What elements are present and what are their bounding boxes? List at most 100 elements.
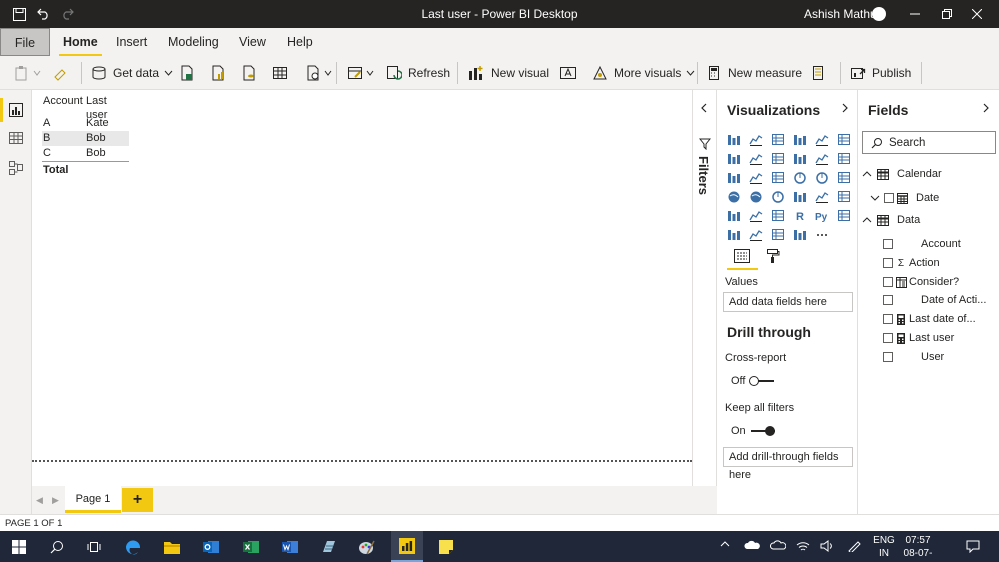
drill-through-drop-zone[interactable]: Add drill-through fields here bbox=[723, 447, 853, 481]
clustered-column-chart-icon[interactable] bbox=[789, 130, 811, 149]
field-account[interactable]: Account bbox=[858, 235, 999, 253]
field-consider[interactable]: Consider? bbox=[858, 273, 999, 291]
minimize-icon[interactable] bbox=[906, 5, 924, 23]
get-data-button[interactable]: Get data bbox=[91, 62, 173, 84]
data-view-icon[interactable] bbox=[8, 130, 24, 146]
field-checkbox[interactable] bbox=[883, 333, 893, 343]
keep-filters-toggle[interactable]: On bbox=[731, 425, 775, 437]
add-page-button[interactable]: + bbox=[122, 488, 153, 512]
sql-server-icon[interactable] bbox=[241, 62, 257, 84]
field-last-date[interactable]: Last date of... bbox=[858, 310, 999, 328]
python-icon[interactable]: Py bbox=[811, 206, 833, 225]
filled-map-icon[interactable] bbox=[745, 187, 767, 206]
paginated-report-icon[interactable] bbox=[789, 225, 811, 244]
next-page-icon[interactable]: ▶ bbox=[52, 495, 59, 506]
stacked-area-chart-icon[interactable] bbox=[767, 149, 789, 168]
column-header-last-user[interactable]: Last user bbox=[86, 94, 129, 121]
column-header-account[interactable]: Account bbox=[42, 94, 86, 116]
user-name[interactable]: Ashish Mathur bbox=[804, 7, 881, 21]
table-visual-icon[interactable] bbox=[745, 206, 767, 225]
windows-start-icon[interactable] bbox=[10, 538, 28, 556]
publish-button[interactable]: Publish bbox=[850, 62, 911, 84]
power-bi-datasets-icon[interactable] bbox=[210, 62, 226, 84]
values-drop-zone[interactable]: Add data fields here bbox=[723, 292, 853, 312]
line-chart-icon[interactable] bbox=[723, 149, 745, 168]
excel-icon[interactable] bbox=[179, 62, 195, 84]
field-checkbox[interactable] bbox=[883, 277, 893, 287]
avatar[interactable] bbox=[872, 7, 886, 21]
field-last-user[interactable]: Last user bbox=[858, 329, 999, 347]
cloud-icon[interactable] bbox=[769, 540, 787, 553]
search-input[interactable]: Search bbox=[862, 131, 996, 154]
line-clustered-column-icon[interactable] bbox=[811, 149, 833, 168]
pie-chart-icon[interactable] bbox=[789, 168, 811, 187]
file-explorer-icon[interactable] bbox=[163, 538, 181, 556]
restore-icon[interactable] bbox=[938, 5, 956, 23]
filters-pane[interactable]: Filters bbox=[692, 90, 717, 486]
100-bar-chart-icon[interactable] bbox=[811, 130, 833, 149]
clustered-bar-chart-icon[interactable] bbox=[767, 130, 789, 149]
pen-icon[interactable] bbox=[847, 540, 861, 555]
paint-app-icon[interactable] bbox=[358, 538, 376, 556]
report-canvas[interactable]: Account Last user A Kate B Bob C Bob Tot… bbox=[32, 90, 692, 486]
tab-modeling[interactable]: Modeling bbox=[164, 28, 223, 56]
paint-roller-icon[interactable] bbox=[765, 248, 781, 267]
waterfall-chart-icon[interactable] bbox=[723, 168, 745, 187]
outlook-icon[interactable] bbox=[202, 538, 220, 556]
refresh-button[interactable]: Refresh bbox=[386, 62, 450, 84]
cross-report-toggle[interactable]: Off bbox=[731, 375, 775, 387]
new-measure-button[interactable]: New measure bbox=[706, 62, 802, 84]
text-box-icon[interactable] bbox=[559, 62, 577, 84]
search-icon[interactable] bbox=[48, 538, 66, 556]
chevron-up-icon[interactable] bbox=[862, 170, 872, 178]
tab-view[interactable]: View bbox=[235, 28, 270, 56]
field-hierarchy-date[interactable]: Date bbox=[858, 189, 999, 207]
excel-app-icon[interactable] bbox=[242, 538, 260, 556]
chevron-right-icon[interactable] bbox=[841, 102, 849, 116]
r-script-icon[interactable]: R bbox=[789, 206, 811, 225]
edge-browser-icon[interactable] bbox=[124, 538, 142, 556]
volume-icon[interactable] bbox=[820, 540, 834, 555]
transform-data-icon[interactable] bbox=[347, 62, 374, 84]
report-view-icon[interactable] bbox=[8, 102, 24, 118]
tab-help[interactable]: Help bbox=[283, 28, 317, 56]
page-tab[interactable]: Page 1 bbox=[65, 486, 121, 513]
quick-measure-icon[interactable] bbox=[810, 62, 826, 84]
tab-insert[interactable]: Insert bbox=[112, 28, 151, 56]
paste-button[interactable] bbox=[14, 62, 41, 84]
matrix-icon[interactable] bbox=[767, 206, 789, 225]
sticky-notes-icon[interactable] bbox=[437, 538, 455, 556]
enter-data-icon[interactable] bbox=[272, 62, 288, 84]
chevron-right-icon[interactable] bbox=[982, 102, 990, 116]
field-checkbox[interactable] bbox=[883, 295, 893, 305]
close-icon[interactable] bbox=[968, 5, 986, 23]
wifi-icon[interactable] bbox=[796, 540, 810, 555]
prev-page-icon[interactable]: ◀ bbox=[36, 495, 43, 506]
task-view-icon[interactable] bbox=[85, 538, 103, 556]
chevron-up-icon[interactable] bbox=[720, 540, 730, 551]
field-checkbox[interactable] bbox=[883, 314, 893, 324]
tab-home[interactable]: Home bbox=[59, 28, 102, 56]
clock[interactable]: 07:57 08-07-2020 bbox=[896, 534, 940, 562]
line-column-chart-icon[interactable] bbox=[789, 149, 811, 168]
qa-icon[interactable] bbox=[745, 225, 767, 244]
decomposition-tree-icon[interactable] bbox=[723, 225, 745, 244]
gauge-icon[interactable] bbox=[767, 187, 789, 206]
chevron-left-icon[interactable] bbox=[700, 102, 708, 116]
field-table-data[interactable]: Data bbox=[858, 211, 999, 229]
field-action[interactable]: Σ Action bbox=[858, 254, 999, 272]
field-table-calendar[interactable]: Calendar bbox=[858, 165, 999, 183]
fields-well-icon[interactable] bbox=[733, 248, 751, 267]
onedrive-icon[interactable] bbox=[744, 540, 760, 553]
file-tab[interactable]: File bbox=[0, 28, 50, 56]
donut-chart-icon[interactable] bbox=[811, 168, 833, 187]
chevron-up-icon[interactable] bbox=[862, 216, 872, 224]
stacked-column-chart-icon[interactable] bbox=[745, 130, 767, 149]
model-view-icon[interactable] bbox=[8, 160, 24, 176]
more-visuals-button[interactable]: More visuals bbox=[592, 62, 695, 84]
100-column-chart-icon[interactable] bbox=[833, 130, 855, 149]
table-visual[interactable]: Account Last user A Kate B Bob C Bob Tot… bbox=[42, 94, 129, 177]
field-checkbox[interactable] bbox=[883, 352, 893, 362]
slicer-icon[interactable] bbox=[723, 206, 745, 225]
map-icon[interactable] bbox=[723, 187, 745, 206]
